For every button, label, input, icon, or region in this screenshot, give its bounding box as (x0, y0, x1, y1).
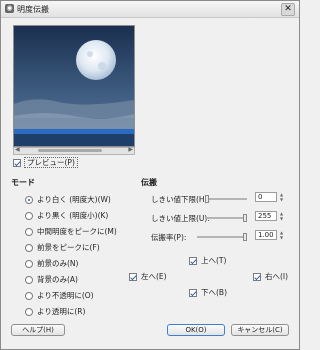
mode-radio[interactable] (25, 195, 33, 204)
help-button[interactable]: ヘルプ(H) (11, 324, 65, 336)
window-title: 明度伝搬 (17, 5, 49, 14)
upper-threshold-slider-handle[interactable] (243, 214, 247, 222)
mode-radio[interactable] (25, 259, 33, 268)
rate-label: 伝搬率(P): (151, 233, 187, 242)
mode-option-foreground-peak[interactable]: 前景をピークに(F) (25, 242, 100, 253)
mode-radio[interactable] (25, 307, 33, 316)
cancel-button[interactable]: キャンセル(C) (231, 324, 289, 336)
moon-night-sky-illustration (14, 26, 134, 146)
scroll-left-arrow-icon[interactable]: ◀ (15, 146, 20, 153)
direction-left-checkbox[interactable] (129, 272, 137, 281)
lower-threshold-spin-buttons[interactable]: ▲ ▼ (279, 192, 284, 202)
direction-left[interactable]: 左へ(E) (129, 271, 167, 282)
preview-scrollbar[interactable]: ◀ ▶ (13, 146, 135, 155)
direction-up-checkbox[interactable] (189, 256, 197, 265)
mode-radio[interactable] (25, 291, 33, 300)
preview-image (13, 25, 135, 147)
lower-threshold-label: しきい値下限(H): (151, 195, 211, 204)
mode-option-darker[interactable]: より黒く (明度小)(K) (25, 210, 108, 221)
rate-input[interactable]: 1.00 (255, 230, 277, 240)
direction-down[interactable]: 下へ(B) (189, 287, 227, 298)
lower-threshold-input[interactable]: 0 (255, 192, 277, 202)
rate-slider[interactable] (197, 236, 247, 238)
direction-right[interactable]: 右へ(I) (253, 271, 288, 282)
mode-label: 前景をピークに(F) (37, 243, 100, 252)
lower-threshold-slider-handle[interactable] (205, 195, 209, 203)
mode-radio[interactable] (25, 227, 33, 236)
mode-radio[interactable] (25, 243, 33, 252)
lower-threshold-slider[interactable] (205, 198, 247, 200)
preview-checkbox[interactable] (13, 158, 21, 167)
close-button[interactable]: ✕ (281, 3, 295, 16)
mode-option-middle-peak[interactable]: 中間明度をピークに(M) (25, 226, 117, 237)
mode-radio[interactable] (25, 211, 33, 220)
direction-down-checkbox[interactable] (189, 288, 197, 297)
preview-label: プレビュー(P) (24, 157, 78, 168)
direction-left-label: 左へ(E) (141, 272, 167, 281)
mode-label: より透明に(R) (37, 307, 86, 316)
ok-button[interactable]: OK(O) (167, 324, 225, 336)
preview-toggle[interactable]: プレビュー(P) (13, 157, 78, 168)
mode-option-lighter[interactable]: より白く (明度大)(W) (25, 194, 111, 205)
scroll-thumb[interactable] (38, 149, 102, 152)
mode-option-background-only[interactable]: 背景のみ(A) (25, 274, 78, 285)
rate-spin-buttons[interactable]: ▲ ▼ (279, 230, 284, 240)
mode-title: モード (11, 178, 35, 187)
upper-threshold-slider[interactable] (205, 217, 247, 219)
mode-label: 中間明度をピークに(M) (37, 227, 117, 236)
mode-label: 前景のみ(N) (37, 259, 79, 268)
app-icon: ◉ (5, 4, 14, 13)
direction-up[interactable]: 上へ(T) (189, 255, 226, 266)
mode-option-more-opaque[interactable]: より不透明に(O) (25, 290, 94, 301)
mode-label: より黒く (明度小)(K) (37, 211, 109, 220)
mode-option-foreground-only[interactable]: 前景のみ(N) (25, 258, 78, 269)
propagation-title: 伝搬 (141, 178, 157, 187)
title-bar: ◉ 明度伝搬 ✕ (1, 1, 299, 18)
mode-radio[interactable] (25, 275, 33, 284)
upper-threshold-spin-buttons[interactable]: ▲ ▼ (279, 211, 284, 221)
scroll-right-arrow-icon[interactable]: ▶ (128, 146, 133, 153)
direction-right-label: 右へ(I) (265, 272, 289, 281)
rate-slider-handle[interactable] (243, 233, 247, 241)
direction-right-checkbox[interactable] (253, 272, 261, 281)
direction-down-label: 下へ(B) (201, 288, 227, 297)
dialog-window: ◉ 明度伝搬 ✕ ◀ ▶ プレビュー(P) モード より白く (明度大)(W) … (0, 0, 300, 350)
mode-label: より不透明に(O) (37, 291, 94, 300)
mode-label: 背景のみ(A) (37, 275, 78, 284)
mode-label: より白く (明度大)(W) (37, 195, 111, 204)
mode-option-more-transparent[interactable]: より透明に(R) (25, 306, 85, 317)
upper-threshold-label: しきい値上限(U): (151, 214, 210, 223)
direction-up-label: 上へ(T) (201, 256, 227, 265)
upper-threshold-input[interactable]: 255 (255, 211, 277, 221)
